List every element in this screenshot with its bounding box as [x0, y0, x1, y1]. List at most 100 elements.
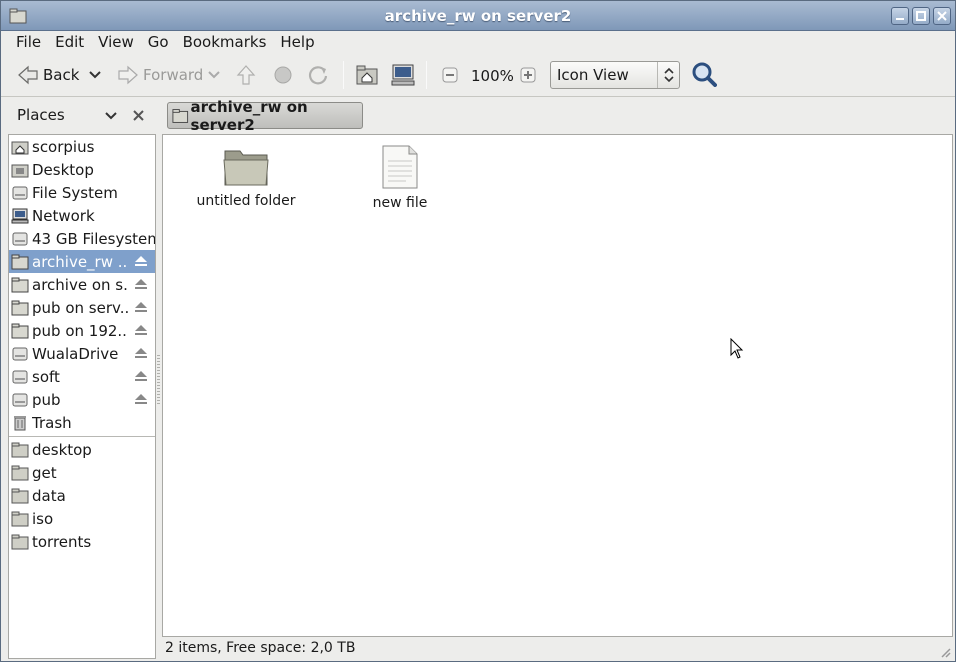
search-button[interactable] — [691, 62, 717, 87]
eject-icon[interactable] — [135, 348, 147, 358]
zoom-level: 100% — [471, 67, 514, 85]
stop-icon — [274, 66, 292, 84]
status-bar-text: 2 items, Free space: 2,0 TB — [165, 640, 356, 656]
place-pub-on-server[interactable]: pub on serv... — [9, 296, 155, 319]
file-item-untitled-folder[interactable]: untitled folder — [181, 145, 311, 209]
minimize-icon — [896, 18, 904, 20]
drive-icon — [12, 347, 28, 360]
places-divider — [9, 436, 155, 437]
menu-bar: File Edit View Go Bookmarks Help — [1, 31, 955, 53]
minimize-button[interactable] — [891, 7, 909, 25]
maximize-button[interactable] — [912, 7, 930, 25]
place-trash[interactable]: Trash — [9, 411, 155, 434]
eject-icon[interactable] — [135, 302, 147, 312]
place-soft[interactable]: soft — [9, 365, 155, 388]
place-43gb-filesystem[interactable]: 43 GB Filesystem — [9, 227, 155, 250]
bookmark-iso[interactable]: iso — [9, 507, 155, 530]
menu-bookmarks[interactable]: Bookmarks — [176, 31, 274, 53]
place-scorpius[interactable]: scorpius — [9, 135, 155, 158]
eject-icon[interactable] — [135, 325, 147, 335]
home-icon — [11, 141, 29, 154]
eject-icon[interactable] — [135, 371, 147, 381]
network-folder-icon — [11, 300, 29, 315]
network-folder-icon — [172, 108, 189, 123]
file-item-label: new file — [372, 195, 428, 211]
home-folder-icon — [356, 65, 378, 85]
forward-label: Forward — [143, 66, 204, 84]
reload-icon — [308, 66, 328, 85]
file-view[interactable]: untitled folder new file — [162, 134, 953, 637]
back-button[interactable]: Back — [17, 63, 79, 87]
resize-grip-icon[interactable] — [939, 646, 951, 658]
network-folder-icon — [11, 323, 29, 338]
place-desktop[interactable]: Desktop — [9, 158, 155, 181]
drive-icon — [12, 186, 28, 199]
menu-help[interactable]: Help — [273, 31, 321, 53]
place-wualadrive[interactable]: WualaDrive — [9, 342, 155, 365]
network-icon — [11, 208, 29, 223]
zoom-out-button[interactable] — [442, 63, 458, 87]
forward-button[interactable]: Forward — [117, 63, 203, 87]
up-arrow-icon — [236, 65, 256, 85]
maximize-icon — [916, 11, 926, 21]
home-button[interactable] — [356, 63, 378, 87]
place-archive-rw[interactable]: archive_rw ... — [9, 250, 155, 273]
menu-view[interactable]: View — [91, 31, 141, 53]
bookmark-torrents[interactable]: torrents — [9, 530, 155, 553]
place-file-system[interactable]: File System — [9, 181, 155, 204]
folder-icon — [11, 465, 29, 480]
bookmark-get[interactable]: get — [9, 461, 155, 484]
back-label: Back — [43, 66, 80, 84]
eject-icon[interactable] — [135, 394, 147, 404]
title-bar[interactable]: archive_rw on server2 — [1, 1, 955, 31]
stop-button[interactable] — [273, 63, 293, 87]
place-network[interactable]: Network — [9, 204, 155, 227]
computer-icon — [391, 64, 415, 86]
place-pub[interactable]: pub — [9, 388, 155, 411]
place-pub-on-ip[interactable]: pub on 192.... — [9, 319, 155, 342]
zoom-in-button[interactable] — [520, 63, 536, 87]
up-button[interactable] — [235, 63, 257, 87]
folder-icon — [11, 534, 29, 549]
eject-icon[interactable] — [135, 279, 147, 289]
file-item-new-file[interactable]: new file — [335, 145, 465, 211]
text-file-icon — [382, 145, 418, 189]
menu-edit[interactable]: Edit — [48, 31, 91, 53]
search-icon — [692, 62, 717, 87]
trash-icon — [14, 415, 26, 430]
folder-icon — [11, 442, 29, 457]
reload-button[interactable] — [307, 63, 329, 87]
back-history-button[interactable] — [89, 63, 101, 87]
close-button[interactable] — [933, 7, 951, 25]
path-bar-label: archive_rw on server2 — [190, 97, 308, 134]
path-bar-current[interactable]: archive_rw on server2 — [167, 98, 363, 134]
pane-resize-handle[interactable] — [157, 355, 160, 405]
view-mode-value: Icon View — [557, 66, 629, 84]
chevron-updown-icon — [663, 67, 674, 83]
place-archive-on-server[interactable]: archive on s... — [9, 273, 155, 296]
bookmark-desktop[interactable]: desktop — [9, 438, 155, 461]
menu-go[interactable]: Go — [141, 31, 176, 53]
window-title: archive_rw on server2 — [384, 7, 572, 25]
places-list: scorpius Desktop File System Network 43 … — [8, 134, 156, 659]
chevron-down-icon — [89, 71, 101, 79]
computer-button[interactable] — [391, 63, 415, 87]
desktop-icon — [11, 164, 29, 177]
folder-icon — [11, 511, 29, 526]
eject-icon[interactable] — [135, 256, 147, 266]
drive-icon — [12, 370, 28, 383]
toolbar: Back Forward 100% Icon View — [1, 53, 955, 97]
network-folder-icon — [11, 277, 29, 292]
bookmark-data[interactable]: data — [9, 484, 155, 507]
view-mode-select[interactable]: Icon View — [550, 61, 680, 89]
zoom-in-icon — [520, 67, 536, 83]
side-pane-title: Places — [17, 106, 65, 124]
close-side-pane-icon[interactable] — [133, 110, 144, 121]
forward-history-button[interactable] — [208, 63, 220, 87]
drive-icon — [12, 232, 28, 245]
back-arrow-icon — [18, 65, 38, 85]
folder-icon — [11, 488, 29, 503]
chevron-down-icon[interactable] — [105, 111, 117, 121]
forward-arrow-icon — [118, 65, 138, 85]
menu-file[interactable]: File — [9, 31, 48, 53]
